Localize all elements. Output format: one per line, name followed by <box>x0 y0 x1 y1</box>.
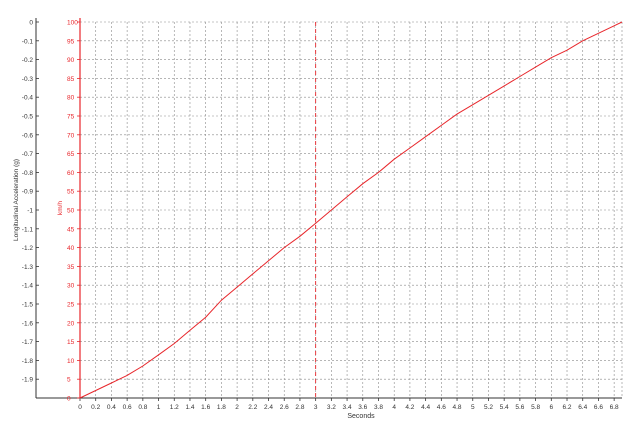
x-tick-label: 5.4 <box>500 404 509 411</box>
accel-tick-label: -1 <box>27 208 33 215</box>
accel-tick-label: -1.9 <box>22 377 34 384</box>
speed-tick-label: 10 <box>67 358 75 365</box>
accel-tick-label: -1.1 <box>22 226 34 233</box>
x-tick-label: 4.2 <box>405 404 414 411</box>
x-tick-label: 1 <box>157 404 161 411</box>
speed-tick-label: 40 <box>67 245 75 252</box>
chart-root: 0 0.2 0.4 0.6 0.8 1 1.2 1.4 1.6 1.8 2 2.2 2.4 2.6 2.8 3… <box>0 0 640 426</box>
x-tick-label: 1.2 <box>170 404 179 411</box>
speed-tick-label: 5 <box>67 377 71 384</box>
accel-tick-label: 0 <box>29 20 33 27</box>
x-tick-label: 5 <box>471 404 475 411</box>
x-tick-label: 6.8 <box>610 404 619 411</box>
x-tick-label: 4.8 <box>453 404 462 411</box>
speed-tick-label: 85 <box>67 76 75 83</box>
x-tick-label: 2 <box>235 404 239 411</box>
speed-tick-label: 95 <box>67 38 75 45</box>
speed-tick-label: 50 <box>67 208 75 215</box>
accel-tick-label: -1.4 <box>22 283 34 290</box>
x-tick-label: 6.2 <box>562 404 571 411</box>
x-tick-label: 1.4 <box>185 404 194 411</box>
accel-tick-label: -0.5 <box>22 114 34 121</box>
x-tick-label: 3.6 <box>358 404 367 411</box>
x-tick-label: 3 <box>314 404 318 411</box>
x-tick-label: 2.2 <box>248 404 257 411</box>
speed-tick-label: 65 <box>67 151 75 158</box>
accel-tick-label: -1.6 <box>22 320 34 327</box>
speed-tick-label: 45 <box>67 226 75 233</box>
x-tick-label: 6 <box>549 404 553 411</box>
x-tick-label: 3.2 <box>327 404 336 411</box>
x-tick-label: 2.6 <box>280 404 289 411</box>
x-axis-title: Seconds <box>347 413 375 420</box>
speed-tick-label: 25 <box>67 302 75 309</box>
accel-tick-label: -1.8 <box>22 358 34 365</box>
x-tick-label: 6.4 <box>578 404 587 411</box>
accel-tick-label: -1.5 <box>22 302 34 309</box>
x-tick-label: 5.2 <box>484 404 493 411</box>
speed-tick-label: 15 <box>67 339 75 346</box>
accel-tick-label: -1.3 <box>22 264 34 271</box>
chart-svg: 0 0.2 0.4 0.6 0.8 1 1.2 1.4 1.6 1.8 2 2.2 2.4 2.6 2.8 3… <box>13 18 623 420</box>
x-tick-label: 0 <box>78 404 82 411</box>
x-tick-label: 5.8 <box>531 404 540 411</box>
x-tick-label: 0.4 <box>107 404 116 411</box>
x-tick-label: 0.2 <box>91 404 100 411</box>
speed-tick-label: 20 <box>67 320 75 327</box>
accel-tick-label: -0.9 <box>22 189 34 196</box>
speed-tick-label: 55 <box>67 189 75 196</box>
accel-tick-label: -0.4 <box>22 95 34 102</box>
accel-tick-label: -0.1 <box>22 38 34 45</box>
x-tick-label: 4.6 <box>437 404 446 411</box>
x-tick-label: 4.4 <box>421 404 430 411</box>
speed-axis-title: km/h <box>57 201 64 215</box>
x-tick-label: 3.4 <box>343 404 352 411</box>
accel-tick-label: -1.2 <box>22 245 34 252</box>
x-tick-label: 1.8 <box>217 404 226 411</box>
speed-tick-label: 100 <box>67 20 78 27</box>
speed-tick-label: 30 <box>67 283 75 290</box>
accel-tick-label: -0.3 <box>22 76 34 83</box>
speed-tick-label: 70 <box>67 132 75 139</box>
accel-tick-label: -0.6 <box>22 132 34 139</box>
speed-tick-label: 0 <box>67 396 71 403</box>
speed-tick-label: 80 <box>67 95 75 102</box>
x-tick-label: 4 <box>392 404 396 411</box>
speed-tick-label: 90 <box>67 57 75 64</box>
speed-tick-label: 75 <box>67 114 75 121</box>
accel-axis-title: Longitudinal Acceleration (g) <box>13 159 20 241</box>
x-tick-label: 2.8 <box>295 404 304 411</box>
x-tick-label: 3.8 <box>374 404 383 411</box>
x-tick-label: 5.6 <box>515 404 524 411</box>
x-tick-label: 6.6 <box>594 404 603 411</box>
accel-tick-label: -0.8 <box>22 170 34 177</box>
x-tick-label: 2.4 <box>264 404 273 411</box>
accel-tick-label: -1.7 <box>22 339 34 346</box>
grid <box>80 21 623 398</box>
accel-tick-label: -0.7 <box>22 151 34 158</box>
accel-tick-label: -0.2 <box>22 57 34 64</box>
x-tick-label: 0.6 <box>123 404 132 411</box>
speed-tick-label: 35 <box>67 264 75 271</box>
axes <box>35 18 622 401</box>
x-tick-label: 0.8 <box>138 404 147 411</box>
speed-tick-label: 60 <box>67 170 75 177</box>
x-tick-label: 1.6 <box>201 404 210 411</box>
